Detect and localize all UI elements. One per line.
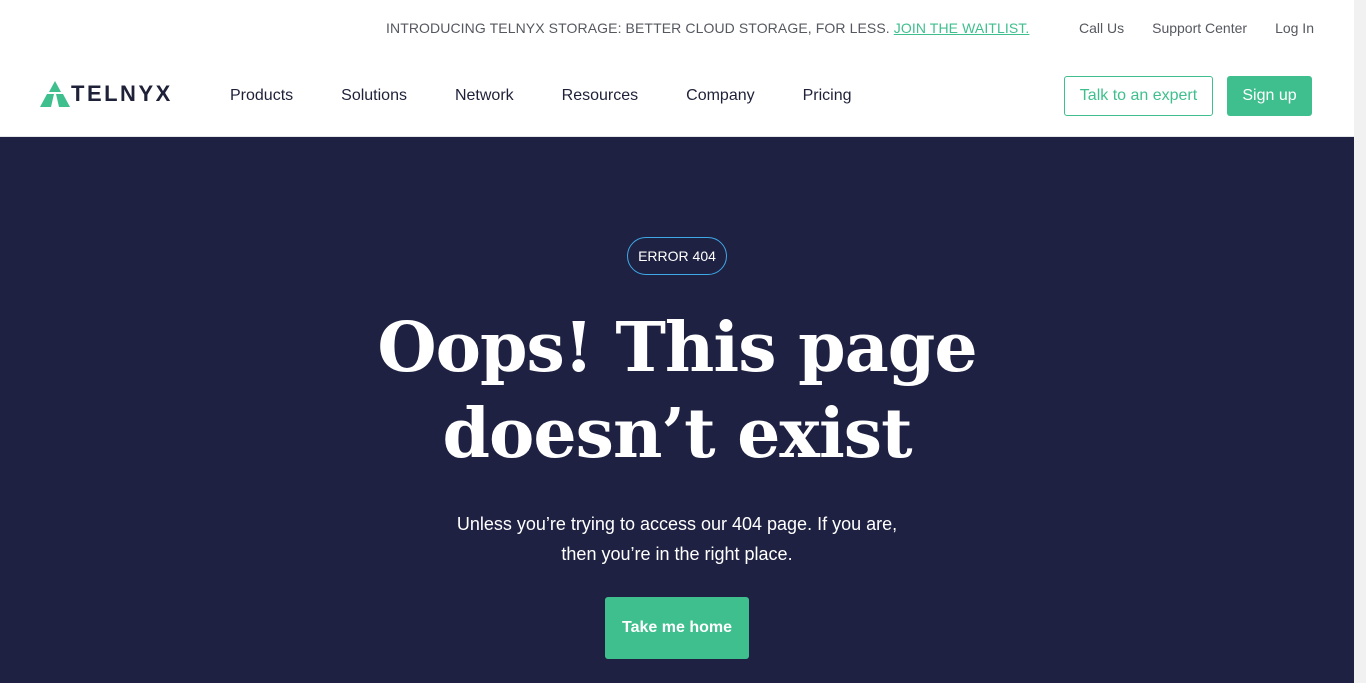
page-title: Oops! This page doesn’t exist	[0, 305, 1354, 477]
page-scrollbar[interactable]	[1354, 0, 1366, 683]
join-waitlist-link[interactable]: JOIN THE WAITLIST.	[894, 20, 1030, 36]
error-description-line-2: then you’re in the right place.	[561, 544, 793, 564]
log-in-link[interactable]: Log In	[1275, 20, 1314, 36]
nav-item-solutions[interactable]: Solutions	[341, 87, 407, 105]
error-badge: ERROR 404	[627, 237, 727, 275]
take-me-home-button[interactable]: Take me home	[605, 597, 749, 659]
sign-up-button[interactable]: Sign up	[1227, 76, 1312, 116]
call-us-link[interactable]: Call Us	[1079, 20, 1124, 36]
error-hero: ERROR 404 Oops! This page doesn’t exist …	[0, 137, 1354, 683]
page-title-line-1: Oops! This page	[377, 308, 977, 388]
brand-name: TELNYX	[71, 81, 173, 106]
page-title-line-2: doesn’t exist	[442, 394, 913, 474]
announcement-message: INTRODUCING TELNYX STORAGE: BETTER CLOUD…	[386, 20, 894, 36]
telnyx-logo[interactable]: TELNYX	[40, 81, 173, 107]
nav-item-company[interactable]: Company	[686, 87, 754, 105]
error-description: Unless you’re trying to access our 404 p…	[0, 509, 1354, 569]
announcement-text: INTRODUCING TELNYX STORAGE: BETTER CLOUD…	[386, 20, 1029, 36]
announcement-bar: INTRODUCING TELNYX STORAGE: BETTER CLOUD…	[0, 0, 1354, 56]
nav-menu: Products Solutions Network Resources Com…	[230, 87, 900, 105]
utility-links: Call Us Support Center Log In	[1079, 20, 1314, 36]
nav-item-products[interactable]: Products	[230, 87, 293, 105]
main-navigation: TELNYX Products Solutions Network Resour…	[0, 56, 1354, 137]
nav-item-pricing[interactable]: Pricing	[803, 87, 852, 105]
talk-to-expert-button[interactable]: Talk to an expert	[1064, 76, 1213, 116]
support-center-link[interactable]: Support Center	[1152, 20, 1247, 36]
nav-item-resources[interactable]: Resources	[562, 87, 638, 105]
error-description-line-1: Unless you’re trying to access our 404 p…	[456, 514, 898, 534]
nav-item-network[interactable]: Network	[455, 87, 514, 105]
telnyx-logo-icon	[40, 81, 70, 107]
